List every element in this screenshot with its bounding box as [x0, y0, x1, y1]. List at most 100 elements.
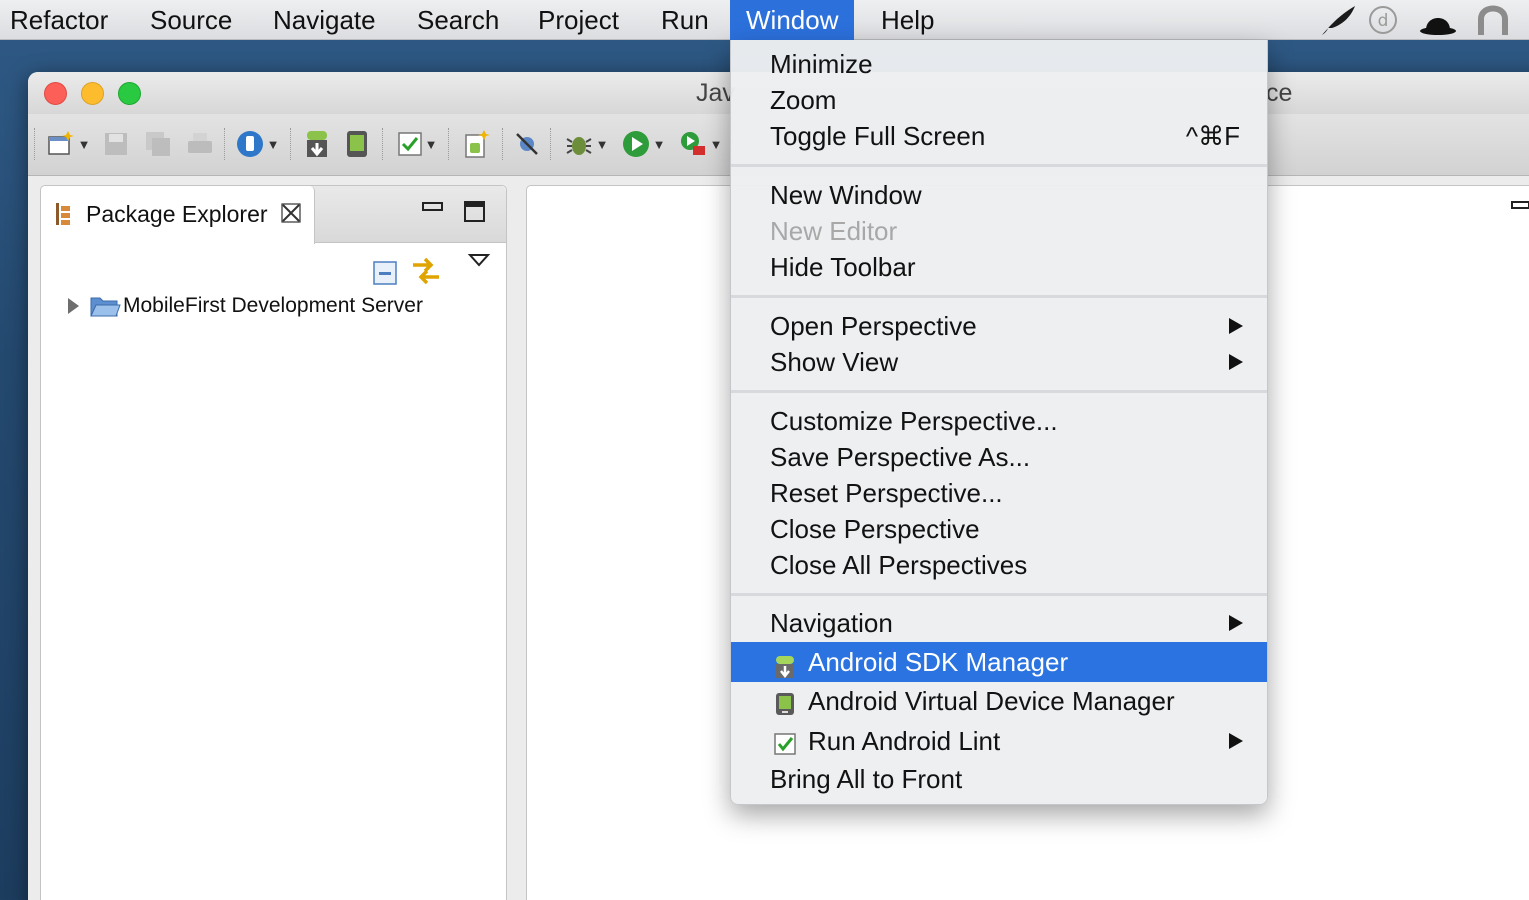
svg-text:d: d — [1378, 11, 1389, 31]
toolbar-separator — [502, 128, 504, 160]
android-avd-manager-icon — [773, 689, 797, 715]
feather-icon[interactable] — [1318, 0, 1358, 40]
window-title-right: ce — [1266, 79, 1293, 107]
menu-item-zoom[interactable]: Zoom — [731, 82, 1267, 118]
link-with-editor-icon[interactable] — [409, 254, 443, 293]
package-explorer-title: Package Explorer — [86, 201, 268, 227]
package-explorer-panel: Package Explorer MobileFirst Development… — [40, 185, 507, 900]
submenu-arrow-icon — [1229, 615, 1243, 631]
minimize-window-button[interactable] — [81, 82, 104, 105]
menu-item-run-android-lint[interactable]: Run Android Lint — [731, 723, 1267, 759]
menu-item-close-all-perspectives[interactable]: Close All Perspectives — [731, 547, 1267, 583]
menu-item-show-view[interactable]: Show View — [731, 344, 1267, 380]
tree-item-label: MobileFirst Development Server — [123, 294, 423, 317]
menu-project[interactable]: Project — [526, 0, 631, 40]
minimize-view-icon[interactable] — [421, 200, 445, 219]
toolbar-separator — [550, 128, 552, 160]
menu-item-bring-all-to-front[interactable]: Bring All to Front — [731, 761, 1267, 797]
toolbar-separator — [290, 128, 292, 160]
menu-item-label: Zoom — [770, 85, 837, 115]
horseshoe-icon[interactable] — [1475, 0, 1511, 40]
package-explorer-tab[interactable]: Package Explorer — [41, 186, 315, 244]
close-window-button[interactable] — [44, 82, 67, 105]
menu-search[interactable]: Search — [405, 0, 511, 40]
menu-item-toggle-full-screen[interactable]: Toggle Full Screen ^⌘F — [731, 118, 1267, 154]
menu-item-hide-toolbar[interactable]: Hide Toolbar — [731, 249, 1267, 285]
save-icon[interactable] — [100, 128, 132, 160]
menu-item-shortcut: ^⌘F — [1185, 121, 1240, 151]
zoom-window-button[interactable] — [118, 82, 141, 105]
submenu-arrow-icon — [1229, 354, 1243, 370]
tree-item[interactable]: MobileFirst Development Server — [65, 292, 495, 322]
menu-item-label: Customize Perspective... — [770, 406, 1058, 436]
view-menu-icon[interactable] — [467, 252, 491, 273]
submenu-arrow-icon — [1229, 318, 1243, 334]
collapse-all-icon[interactable] — [371, 259, 399, 292]
menu-item-label: New Editor — [770, 216, 898, 246]
lint-check-toolbar-icon[interactable]: ▼ — [392, 128, 442, 160]
menu-item-label: Save Perspective As... — [770, 442, 1031, 472]
new-android-project-icon[interactable] — [458, 128, 494, 160]
menu-item-minimize[interactable]: Minimize — [731, 46, 1267, 82]
menu-item-label: New Window — [770, 180, 922, 210]
menu-item-label: Open Perspective — [770, 311, 977, 341]
menu-item-close-perspective[interactable]: Close Perspective — [731, 511, 1267, 547]
menu-item-label: Run Android Lint — [808, 726, 1001, 756]
menu-item-label: Toggle Full Screen — [770, 121, 986, 151]
android-sdk-toolbar-icon[interactable] — [300, 128, 334, 160]
debug-icon[interactable]: ▼ — [560, 128, 612, 160]
menu-item-reset-perspective[interactable]: Reset Perspective... — [731, 475, 1267, 511]
run-icon[interactable]: ▼ — [618, 128, 668, 160]
menu-item-label: Bring All to Front — [770, 764, 963, 794]
menu-item-label: Close Perspective — [770, 514, 980, 544]
print-icon[interactable] — [183, 128, 217, 160]
menu-help[interactable]: Help — [869, 0, 946, 40]
menu-refactor[interactable]: Refactor — [0, 0, 120, 40]
menu-bar: Refactor Source Navigate Search Project … — [0, 0, 1529, 40]
external-tools-icon[interactable]: ▼ — [674, 128, 726, 160]
menu-item-label: Hide Toolbar — [770, 252, 916, 282]
package-explorer-icon — [54, 202, 76, 231]
menu-item-label: Reset Perspective... — [770, 478, 1003, 508]
menu-item-android-sdk-manager[interactable]: Android SDK Manager — [731, 642, 1267, 682]
mobile-device-icon[interactable]: ▼ — [232, 128, 282, 160]
skip-breakpoints-icon[interactable] — [510, 128, 544, 160]
toolbar-separator — [34, 128, 36, 160]
close-tab-icon[interactable] — [279, 201, 303, 230]
toolbar-separator — [382, 128, 384, 160]
package-explorer-tabstrip: Package Explorer — [41, 186, 506, 244]
menu-item-open-perspective[interactable]: Open Perspective — [731, 308, 1267, 344]
menu-window[interactable]: Window — [730, 0, 855, 40]
android-avd-toolbar-icon[interactable] — [340, 128, 374, 160]
menu-separator — [731, 164, 1267, 167]
menu-item-customize-perspective[interactable]: Customize Perspective... — [731, 403, 1267, 439]
toolbar-separator — [448, 128, 450, 160]
menu-run[interactable]: Run — [649, 0, 721, 40]
save-all-icon[interactable] — [142, 128, 174, 160]
menu-separator — [731, 390, 1267, 393]
project-folder-icon — [89, 292, 121, 325]
menu-item-label: Minimize — [770, 49, 873, 79]
menu-source[interactable]: Source — [138, 0, 244, 40]
menu-item-android-virtual-device-manager[interactable]: Android Virtual Device Manager — [731, 683, 1267, 719]
menu-item-label: Navigation — [770, 608, 893, 638]
android-sdk-manager-icon — [773, 650, 797, 679]
menu-navigate[interactable]: Navigate — [261, 0, 388, 40]
maximize-view-icon[interactable] — [463, 200, 487, 229]
menu-separator — [731, 295, 1267, 298]
menu-separator — [731, 593, 1267, 596]
menu-item-navigation[interactable]: Navigation — [731, 605, 1267, 641]
minimize-editor-icon[interactable] — [1510, 199, 1529, 217]
lint-check-icon — [773, 729, 797, 755]
menu-item-label: Android Virtual Device Manager — [808, 686, 1175, 716]
expand-arrow-icon[interactable] — [65, 295, 81, 322]
menu-item-label: Close All Perspectives — [770, 550, 1028, 580]
menu-item-new-window[interactable]: New Window — [731, 177, 1267, 213]
menu-item-label: Android SDK Manager — [808, 647, 1069, 677]
dash-icon[interactable]: d — [1367, 0, 1399, 40]
new-wizard-icon[interactable]: ▼ — [42, 128, 94, 160]
submenu-arrow-icon — [1229, 733, 1243, 749]
menu-item-save-perspective-as[interactable]: Save Perspective As... — [731, 439, 1267, 475]
bowler-hat-icon[interactable] — [1418, 0, 1458, 40]
window-menu-dropdown: Minimize Zoom Toggle Full Screen ^⌘F New… — [730, 40, 1268, 805]
